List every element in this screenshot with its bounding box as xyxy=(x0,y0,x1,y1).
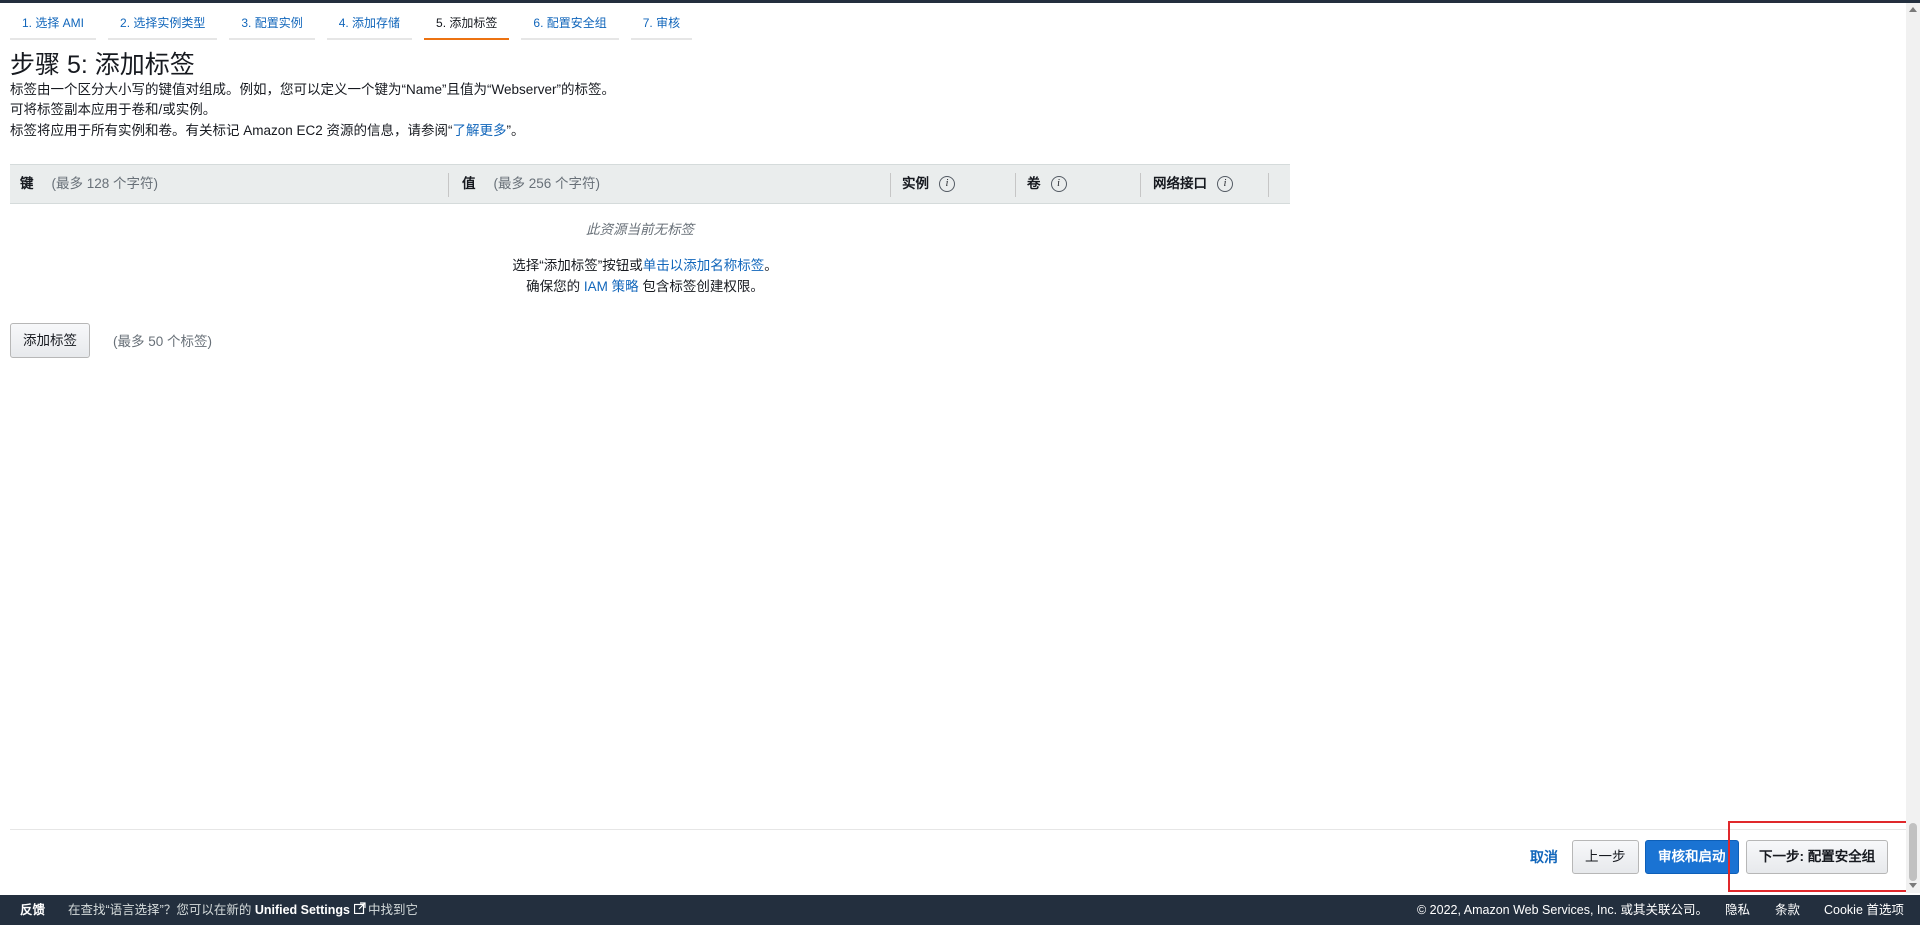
learn-more-link[interactable]: 了解更多 xyxy=(453,123,507,138)
network-interfaces-column-header: 网络接口 i xyxy=(1153,165,1233,205)
language-msg-prefix: 在查找“语言选择”？您可以在新的 xyxy=(68,903,252,917)
iam-prefix: 确保您的 xyxy=(526,279,581,294)
previous-button[interactable]: 上一步 xyxy=(1572,840,1639,874)
value-header-hint: (最多 256 个字符) xyxy=(493,176,601,191)
add-tag-button[interactable]: 添加标签 xyxy=(10,323,90,358)
network-header-label: 网络接口 xyxy=(1153,176,1207,191)
step-configure-instance[interactable]: 3. 配置实例 xyxy=(229,14,315,40)
step-add-storage[interactable]: 4. 添加存储 xyxy=(326,14,413,40)
volumes-header-label: 卷 xyxy=(1027,176,1041,191)
footer-divider xyxy=(10,829,1908,830)
description-line-2: 可将标签副本应用于卷和/或实例。 xyxy=(10,102,217,117)
language-settings-message: 在查找“语言选择”？您可以在新的 Unified Settings 中找到它 xyxy=(68,895,418,925)
step-choose-instance-type[interactable]: 2. 选择实例类型 xyxy=(108,14,218,40)
wizard-steps: 1. 选择 AMI 2. 选择实例类型 3. 配置实例 4. 添加存储 5. 添… xyxy=(10,14,704,40)
step-review[interactable]: 7. 审核 xyxy=(630,14,693,40)
info-icon[interactable]: i xyxy=(1050,176,1067,193)
tags-table-header: 键 (最多 128 个字符) 值 (最多 256 个字符) 实例 i 卷i 网络接口 i xyxy=(10,164,1290,204)
step-add-tags[interactable]: 5. 添加标签 xyxy=(424,14,510,40)
top-bar xyxy=(0,0,1920,3)
language-msg-suffix: 中找到它 xyxy=(367,903,418,917)
column-divider xyxy=(1015,173,1016,197)
terms-link[interactable]: 条款 xyxy=(1775,895,1800,925)
value-header-label: 值 xyxy=(462,176,476,191)
scroll-up-arrow-icon[interactable] xyxy=(1909,7,1917,12)
step-configure-security-group[interactable]: 6. 配置安全组 xyxy=(521,14,619,40)
add-tag-instruction: 选择“添加标签”按钮或单击以添加名称标签。 xyxy=(0,254,1290,274)
instances-column-header: 实例 i xyxy=(902,165,955,205)
info-icon[interactable]: i xyxy=(939,176,955,193)
cookie-preferences-link[interactable]: Cookie 首选项 xyxy=(1824,895,1904,925)
iam-policy-note: 确保您的 IAM 策略 包含标签创建权限。 xyxy=(0,275,1290,295)
value-column-header: 值 (最多 256 个字符) xyxy=(462,165,600,205)
column-divider xyxy=(448,173,449,197)
empty-tags-message: 此资源当前无标签 xyxy=(586,222,694,237)
cancel-link[interactable]: 取消 xyxy=(1530,848,1558,866)
max-tags-note: (最多 50 个标签) xyxy=(113,334,213,349)
key-header-hint: (最多 128 个字符) xyxy=(51,176,159,191)
add-name-tag-link[interactable]: 单击以添加名称标签 xyxy=(643,258,765,273)
page-title: 步骤 5: 添加标签 xyxy=(10,51,195,79)
review-and-launch-button[interactable]: 审核和启动 xyxy=(1645,840,1739,874)
iam-policy-link[interactable]: IAM 策略 xyxy=(584,279,639,294)
iam-suffix: 包含标签创建权限。 xyxy=(642,279,764,294)
external-link-icon[interactable] xyxy=(353,895,366,925)
unified-settings-link[interactable]: Unified Settings xyxy=(255,903,350,917)
privacy-link[interactable]: 隐私 xyxy=(1725,895,1750,925)
copyright-text: © 2022, Amazon Web Services, Inc. 或其关联公司… xyxy=(1417,903,1709,917)
column-divider xyxy=(1140,173,1141,197)
instances-header-label: 实例 xyxy=(902,176,929,191)
instruction-prefix: 选择“添加标签”按钮或 xyxy=(512,258,643,273)
volumes-column-header: 卷i xyxy=(1027,165,1067,205)
scroll-thumb[interactable] xyxy=(1909,823,1917,881)
column-divider xyxy=(1268,173,1269,197)
scroll-down-arrow-icon[interactable] xyxy=(1909,883,1917,888)
key-column-header: 键 (最多 128 个字符) xyxy=(20,165,158,205)
instruction-suffix: 。 xyxy=(764,258,778,273)
console-footer: 反馈 在查找“语言选择”？您可以在新的 Unified Settings 中找到它… xyxy=(0,895,1920,925)
next-configure-security-group-button[interactable]: 下一步: 配置安全组 xyxy=(1746,840,1889,874)
description-line-3-suffix: ”。 xyxy=(506,123,525,138)
vertical-scrollbar[interactable] xyxy=(1906,3,1920,893)
feedback-link[interactable]: 反馈 xyxy=(20,895,45,925)
column-divider xyxy=(890,173,891,197)
description-line-3-prefix: 标签将应用于所有实例和卷。有关标记 Amazon EC2 资源的信息，请参阅“ xyxy=(10,123,453,138)
info-icon[interactable]: i xyxy=(1217,176,1233,193)
description-line-1: 标签由一个区分大小写的键值对组成。例如，您可以定义一个键为“Name”且值为“W… xyxy=(10,82,616,97)
description-line-3: 标签将应用于所有实例和卷。有关标记 Amazon EC2 资源的信息，请参阅“了… xyxy=(10,122,525,140)
key-header-label: 键 xyxy=(20,176,34,191)
step-choose-ami[interactable]: 1. 选择 AMI xyxy=(10,14,97,40)
